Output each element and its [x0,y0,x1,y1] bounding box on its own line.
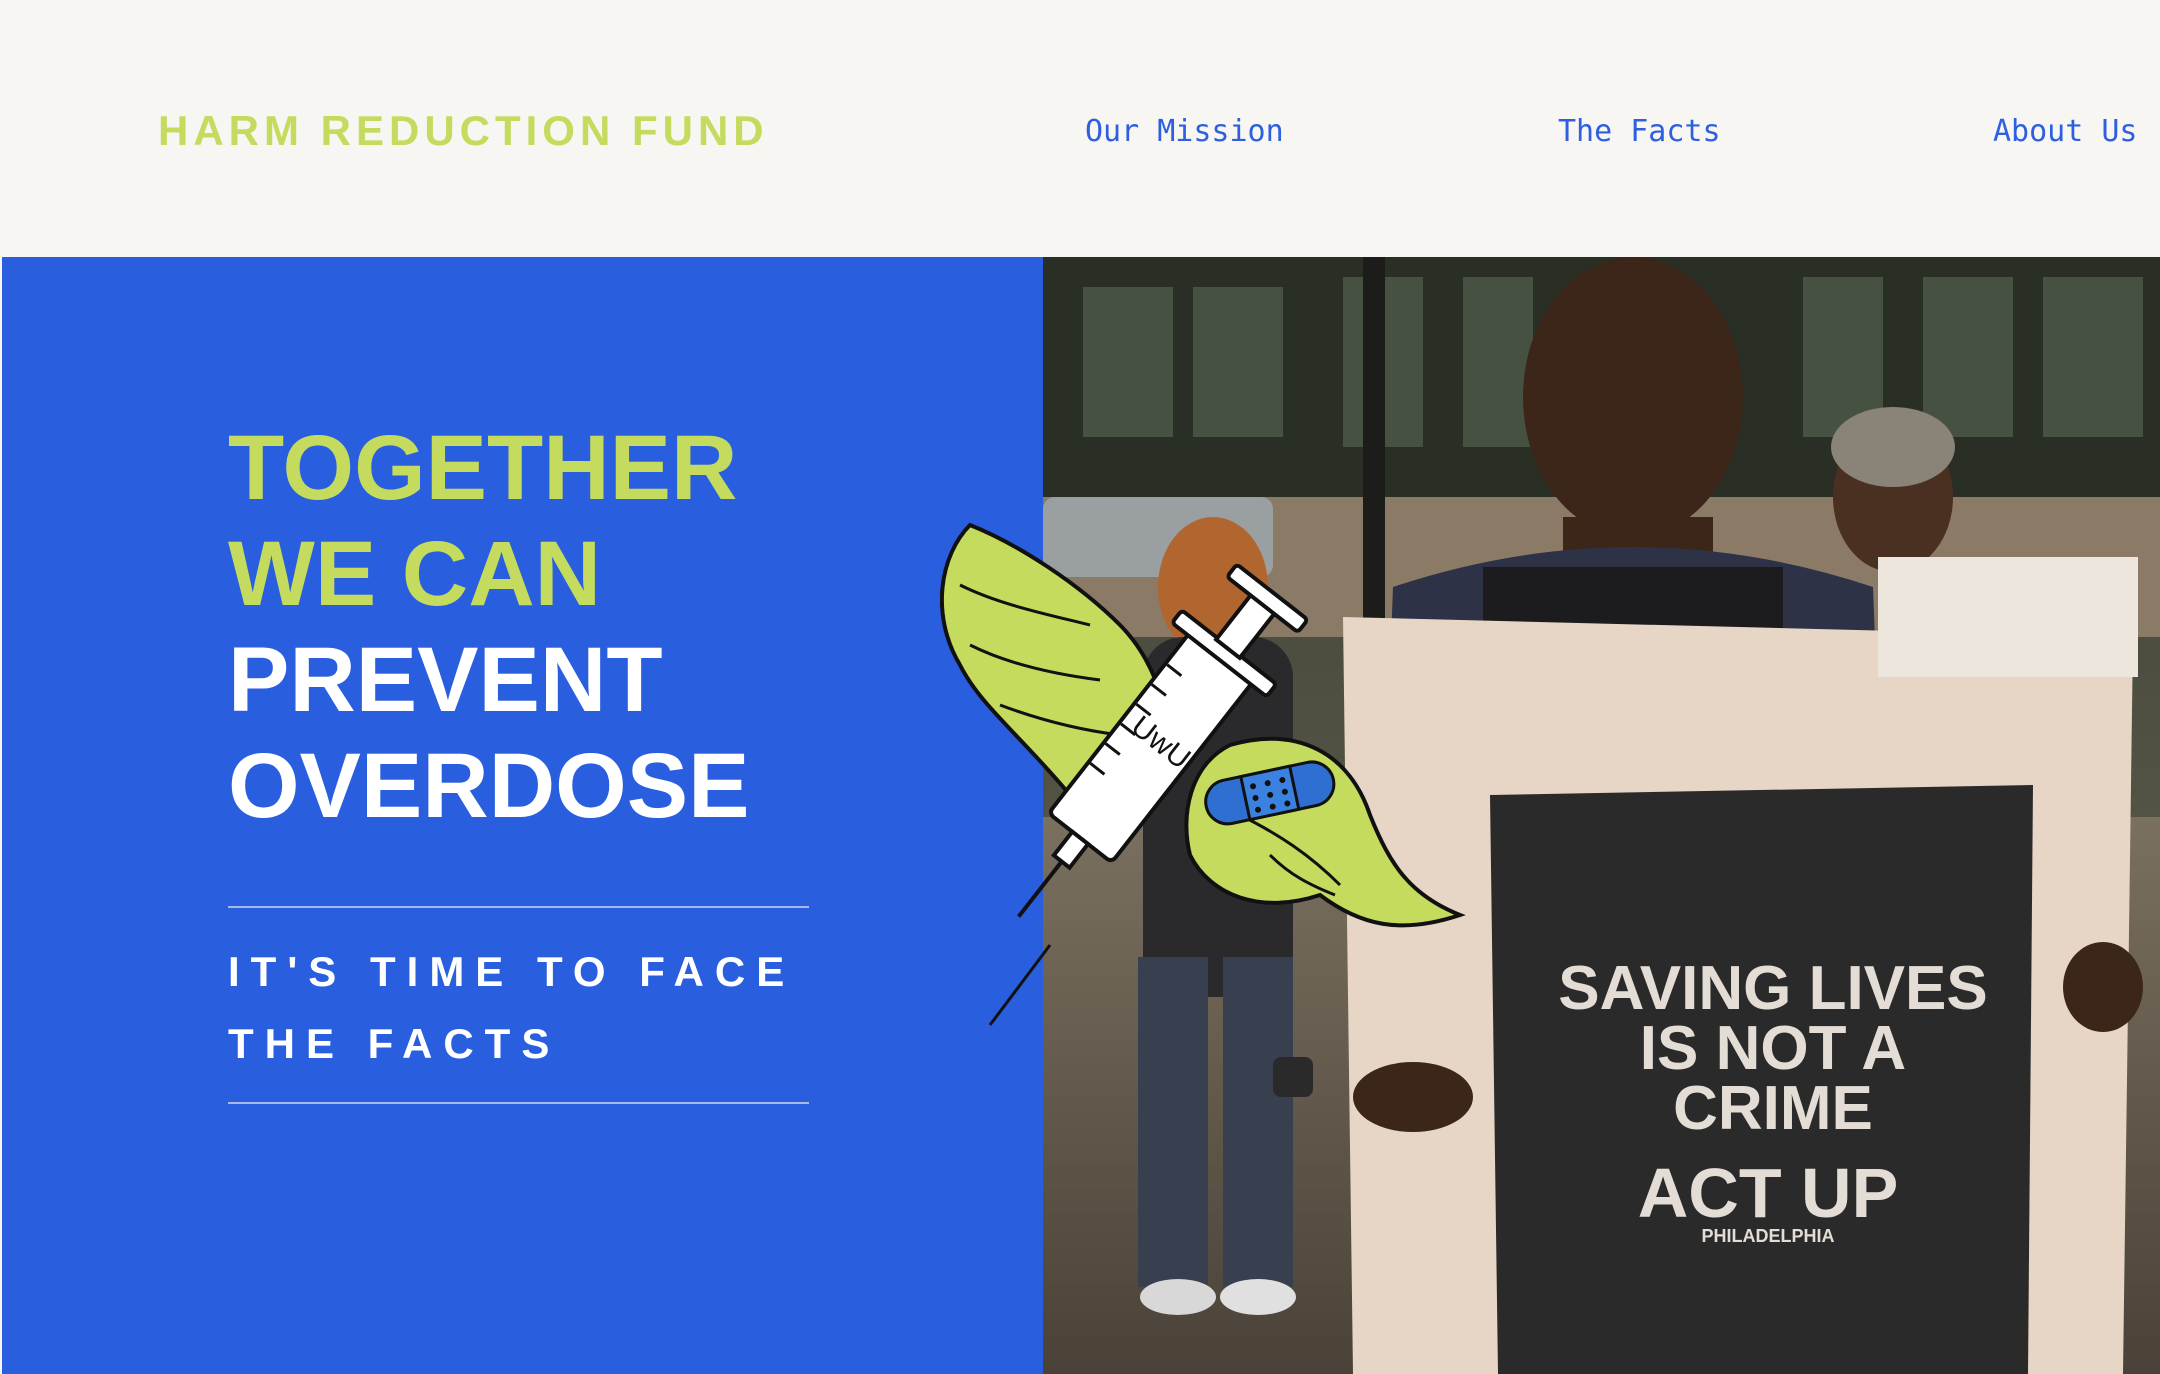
headline-line-2: WE CAN [228,523,602,625]
winged-syringe-icon: UwU [940,522,1466,1026]
sign-logo: ACT UP [1638,1154,1899,1232]
divider-bottom [228,1102,809,1104]
sign-text-line-1: SAVING LIVES [1558,954,1988,1023]
sign-logo-sub: PHILADELPHIA [1701,1226,1834,1246]
nav-link-about-us[interactable]: About Us [1993,112,2138,152]
divider-top [228,906,809,908]
headline-line-4: OVERDOSE [228,735,750,837]
hero-headline: TOGETHER WE CAN PREVENT OVERDOSE [228,415,749,839]
headline-line-3: PREVENT [228,629,663,731]
sign-text-line-3: CRIME [1673,1074,1873,1143]
headline-line-1: TOGETHER [228,417,738,519]
hero-subheading: IT'S TIME TO FACE THE FACTS [228,948,796,1067]
nav-link-our-mission[interactable]: Our Mission [1085,112,1284,152]
sign-text-line-2: IS NOT A [1640,1014,1906,1083]
brand-logo-text[interactable]: HARM REDUCTION FUND [158,106,769,156]
nav-link-the-facts[interactable]: The Facts [1558,112,1721,152]
site-header: HARM REDUCTION FUND Our Mission The Fact… [0,0,2160,257]
